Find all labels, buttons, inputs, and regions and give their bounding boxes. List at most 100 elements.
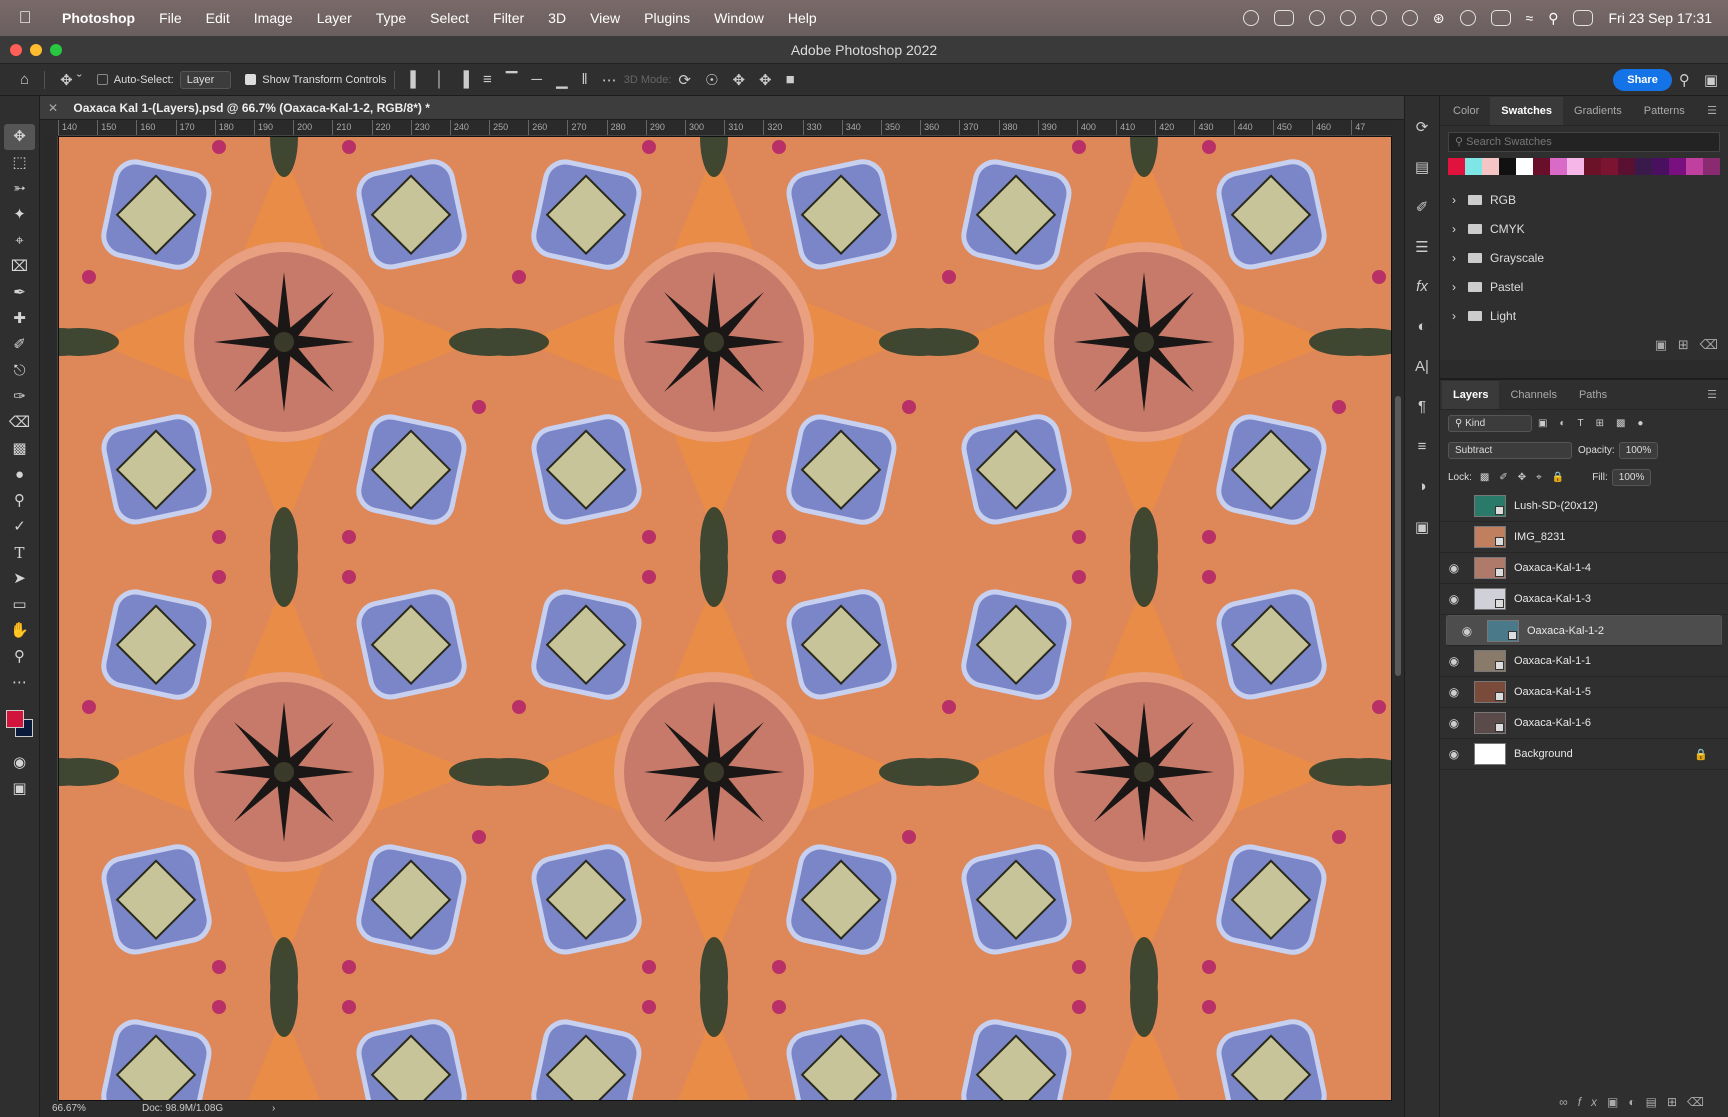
screen-mode-icon[interactable]: ▣ (0, 776, 39, 802)
frame-tool-icon[interactable]: ⌧ (0, 254, 39, 280)
more-options-icon[interactable]: ⋯ (602, 71, 617, 89)
layer-row[interactable]: ◉ Background 🔒 (1440, 739, 1728, 770)
move-tool-preset-icon[interactable]: ✥ ˇ (60, 71, 82, 89)
menu-window[interactable]: Window (702, 10, 776, 26)
rectangle-tool-icon[interactable]: ▭ (0, 592, 39, 618)
color-swatch-chip[interactable] (1550, 158, 1567, 175)
opacity-input[interactable]: 100% (1618, 442, 1659, 459)
visibility-eye-icon[interactable]: ◉ (1440, 654, 1468, 668)
quick-mask-icon[interactable]: ◉ (0, 750, 39, 776)
battery-icon[interactable] (1490, 10, 1511, 26)
layer-row[interactable]: ◉ Oaxaca-Kal-1-5 (1440, 677, 1728, 708)
delete-icon[interactable]: ⌫ (1700, 337, 1718, 352)
align-right-icon[interactable]: ▐ (458, 71, 469, 88)
layer-row[interactable]: ◉ Oaxaca-Kal-1-6 (1440, 708, 1728, 739)
menu-image[interactable]: Image (242, 10, 305, 26)
type-tool-icon[interactable]: T (0, 540, 39, 566)
scrollbar-thumb[interactable] (1395, 396, 1401, 676)
menu-3d[interactable]: 3D (536, 10, 578, 26)
vpn-icon[interactable] (1308, 10, 1325, 26)
layer-row[interactable]: ◉ Oaxaca-Kal-1-1 (1440, 646, 1728, 677)
layer-name[interactable]: Oaxaca-Kal-1-3 (1514, 593, 1591, 605)
fill-input[interactable]: 100% (1611, 469, 1652, 486)
filter-kind-dropdown[interactable]: ⚲ Kind (1448, 415, 1532, 432)
visibility-eye-icon[interactable]: ◉ (1440, 561, 1468, 575)
color-swatch-chip[interactable] (1584, 158, 1601, 175)
zoom-level[interactable]: 66.67% (52, 1101, 86, 1117)
tab-layers[interactable]: Layers (1442, 380, 1500, 409)
wifi-icon[interactable]: ≈ (1526, 10, 1534, 26)
tab-patterns[interactable]: Patterns (1633, 97, 1696, 125)
layer-name[interactable]: IMG_8231 (1514, 531, 1565, 543)
color-swatch-chip[interactable] (1448, 158, 1465, 175)
color-swatch-chip[interactable] (1567, 158, 1584, 175)
color-wheel-icon[interactable]: ◑ (1405, 478, 1439, 518)
menu-help[interactable]: Help (776, 10, 829, 26)
menu-layer[interactable]: Layer (305, 10, 364, 26)
panel-menu-icon[interactable]: ☰ (1696, 380, 1728, 409)
layer-row[interactable]: IMG_8231 (1440, 522, 1728, 553)
add-mask-icon[interactable]: ▣ (1607, 1095, 1628, 1109)
pen-tool-icon[interactable]: ✓ (0, 514, 39, 540)
visibility-eye-icon[interactable]: ◉ (1453, 624, 1481, 638)
comments-panel-icon[interactable]: ▤ (1405, 158, 1439, 198)
tab-gradients[interactable]: Gradients (1563, 97, 1633, 125)
swatch-folder-grayscale[interactable]: › Grayscale (1440, 243, 1728, 272)
search-icon[interactable]: ⚲ (1679, 71, 1690, 89)
menu-app-name[interactable]: Photoshop (50, 10, 147, 26)
move-tool-icon[interactable]: ✥ (4, 124, 35, 150)
home-icon[interactable]: ⌂ (20, 71, 29, 88)
new-swatch-icon[interactable]: ⊞ (1678, 337, 1689, 352)
share-button[interactable]: Share (1613, 68, 1672, 91)
adjust-sliders-icon[interactable]: ≡ (1405, 438, 1439, 478)
dodge-tool-icon[interactable]: ⚲ (0, 488, 39, 514)
color-swatch-chip[interactable] (1652, 158, 1669, 175)
canvas-vertical-scrollbar[interactable] (1392, 136, 1404, 1101)
character-panel-icon[interactable]: A| (1405, 358, 1439, 398)
distribute-icon[interactable]: ≡ (483, 71, 492, 88)
align-middle-icon[interactable]: ─ (531, 71, 542, 88)
lock-icon[interactable]: 🔒 (1694, 748, 1708, 761)
new-group-icon[interactable]: ▣ (1655, 337, 1667, 352)
layer-name[interactable]: Lush-SD-(20x12) (1514, 500, 1598, 512)
play-icon[interactable] (1401, 10, 1418, 26)
brushes-panel-icon[interactable]: ✐ (1405, 198, 1439, 238)
color-swatch-chip[interactable] (1482, 158, 1499, 175)
color-swatch-chip[interactable] (1669, 158, 1686, 175)
visibility-eye-icon[interactable]: ◉ (1440, 716, 1468, 730)
layer-row[interactable]: Lush-SD-(20x12) (1440, 491, 1728, 522)
foreground-color-swatch[interactable] (6, 710, 24, 728)
new-layer-icon[interactable]: ⊞ (1667, 1095, 1687, 1109)
brush-tool-icon[interactable]: ✐ (0, 332, 39, 358)
magic-wand-tool-icon[interactable]: ✦ (0, 202, 39, 228)
menu-filter[interactable]: Filter (481, 10, 536, 26)
lasso-tool-icon[interactable]: ➳ (0, 176, 39, 202)
auto-select-dropdown[interactable]: Layer (179, 70, 232, 89)
layer-name[interactable]: Oaxaca-Kal-1-4 (1514, 562, 1591, 574)
document-canvas[interactable] (58, 136, 1392, 1101)
apple-logo-icon[interactable]:  (0, 8, 50, 28)
minimize-window-button[interactable] (30, 44, 42, 56)
swatch-folder-rgb[interactable]: › RGB (1440, 185, 1728, 214)
menu-plugins[interactable]: Plugins (632, 10, 702, 26)
adjustments-panel-icon[interactable]: ◐ (1405, 318, 1439, 358)
layer-name[interactable]: Background (1514, 748, 1573, 760)
workspace-icon[interactable]: ▣ (1704, 71, 1718, 89)
swatch-folder-pastel[interactable]: › Pastel (1440, 272, 1728, 301)
zoom-window-button[interactable] (50, 44, 62, 56)
close-window-button[interactable] (10, 44, 22, 56)
layer-style-icon[interactable]: fx (1578, 1095, 1607, 1109)
crop-tool-icon[interactable]: ⌖ (0, 228, 39, 254)
distribute-vertical-icon[interactable]: ‖ (582, 71, 588, 88)
align-bottom-icon[interactable]: ▁ (556, 71, 568, 89)
stamp-tool-icon[interactable]: ⎋ (0, 358, 39, 384)
marquee-tool-icon[interactable]: ⬚ (0, 150, 39, 176)
menubar-clock[interactable]: Fri 23 Sep 17:31 (1608, 10, 1712, 26)
color-swatch-chip[interactable] (1601, 158, 1618, 175)
document-tab[interactable]: ✕ Oaxaca Kal 1-(Layers).psd @ 66.7% (Oax… (40, 96, 1408, 120)
blend-mode-dropdown[interactable]: Subtract (1448, 442, 1572, 459)
lock-options-icons[interactable]: ▩✐✥⌖🔒 (1480, 472, 1574, 483)
healing-brush-tool-icon[interactable]: ✚ (0, 306, 39, 332)
auto-select-checkbox[interactable] (96, 74, 108, 85)
delete-layer-icon[interactable]: ⌫ (1687, 1095, 1714, 1109)
